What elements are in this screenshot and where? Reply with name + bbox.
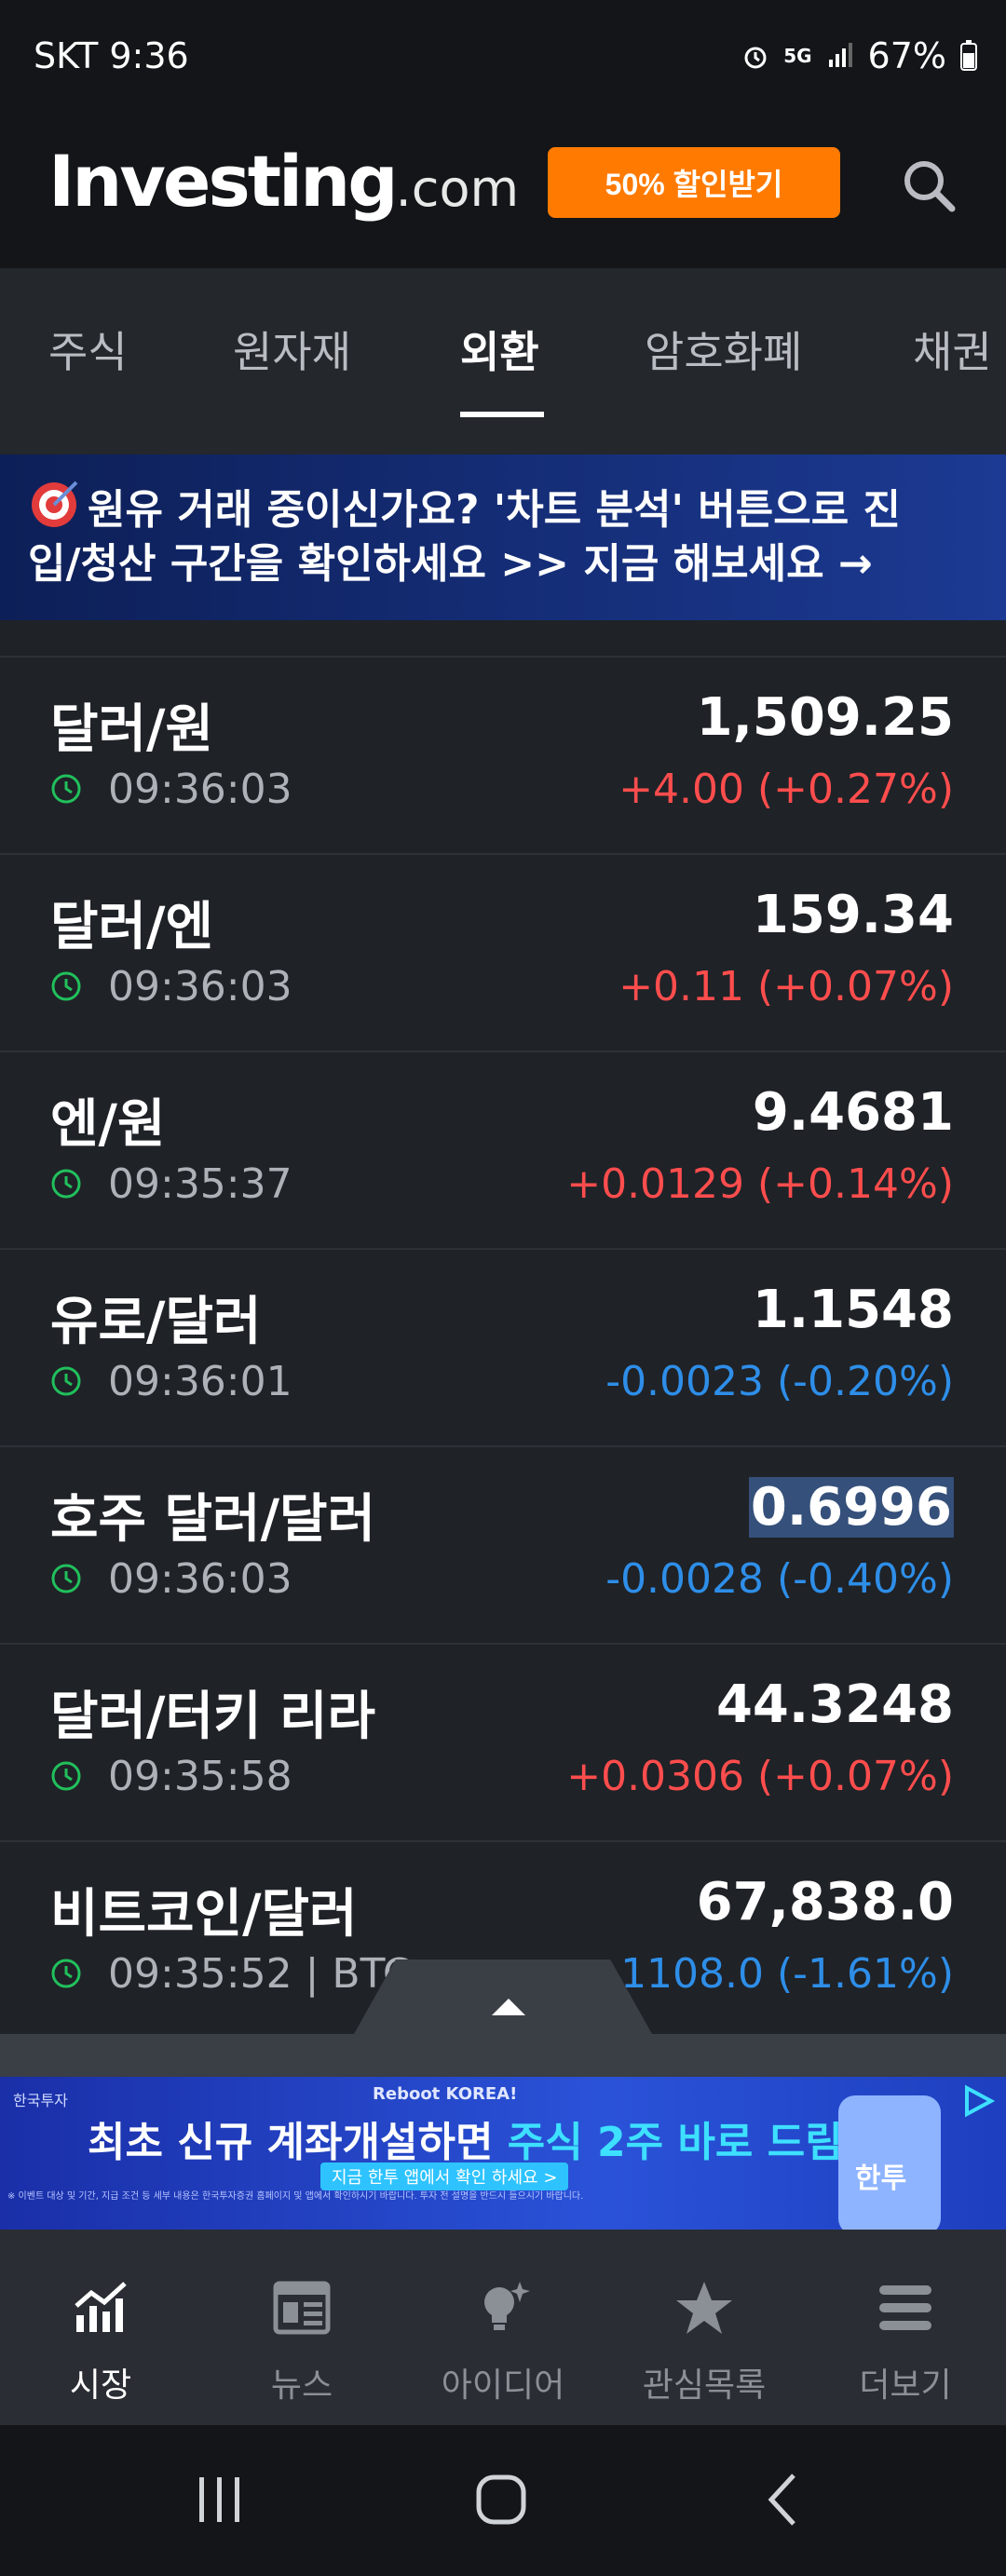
- nav-label: 아이디어: [441, 2366, 565, 2405]
- quote-price: 9.4681: [752, 1082, 954, 1143]
- quote-price: 67,838.0: [696, 1872, 954, 1932]
- quote-time: 09:36:03: [108, 766, 292, 813]
- pair-name: 달러/엔: [50, 897, 214, 957]
- network-badge: 5G: [783, 45, 812, 67]
- nav-watchlist[interactable]: 관심목록: [604, 2230, 805, 2425]
- discount-promo-button[interactable]: 50% 할인받기: [548, 147, 840, 218]
- clock-icon: [51, 1761, 81, 1791]
- search-icon[interactable]: [896, 153, 961, 218]
- quote-time: 09:36:03: [108, 1555, 292, 1603]
- ad-banner[interactable]: 한국투자 Reboot KOREA! 최초 신규 계좌개설하면 주식 2주 바로…: [0, 2077, 1006, 2230]
- clock-icon: [51, 774, 81, 804]
- tab-stocks[interactable]: 주식: [48, 319, 128, 380]
- pair-name: 달러/원: [50, 699, 214, 760]
- expand-handle[interactable]: [354, 1959, 652, 2034]
- tab-commodities[interactable]: 원자재: [233, 319, 351, 380]
- nav-markets[interactable]: 시장: [0, 2230, 201, 2425]
- quote-time: 09:36:01: [108, 1358, 292, 1405]
- ad-brand: 한국투자: [13, 2092, 68, 2109]
- quote-row[interactable]: 엔/원 09:35:37 9.4681 +0.0129 (+0.14%): [0, 1051, 1006, 1248]
- promo-banner[interactable]: 원유 거래 중이신가요? '차트 분석' 버튼으로 진 입/청산 구간을 확인하…: [0, 454, 1006, 620]
- menu-icon: [879, 2285, 931, 2330]
- pair-name: 엔/원: [50, 1094, 166, 1155]
- quote-price: 44.3248: [715, 1674, 954, 1735]
- investing-logo: Investing.com: [48, 140, 520, 223]
- ad-headline: 최초 신규 계좌개설하면 주식 2주 바로 드림!: [88, 2119, 862, 2166]
- quote-row[interactable]: 달러/엔 09:36:03 159.34 +0.11 (+0.07%): [0, 853, 1006, 1051]
- tab-crypto[interactable]: 암호화폐: [645, 319, 802, 380]
- quote-row[interactable]: 호주 달러/달러 09:36:03 0.6996 -0.0028 (-0.40%…: [0, 1445, 1006, 1643]
- quote-change: +0.11 (+0.07%): [619, 963, 954, 1010]
- clock-icon: [51, 1564, 81, 1593]
- chevron-up-icon: [492, 1999, 525, 2015]
- clock-icon: [51, 1959, 81, 1988]
- quote-time: 09:35:58: [108, 1753, 292, 1800]
- bottom-nav: 시장 뉴스 아이디어 관심목록 더보기: [0, 2230, 1006, 2425]
- adchoices-icon[interactable]: [959, 2082, 997, 2120]
- app-header: Investing.com 50% 할인받기: [0, 119, 1006, 268]
- status-bar: SKT 9:36 5G 67%: [0, 0, 1006, 119]
- back-icon[interactable]: [764, 2472, 801, 2528]
- quote-change: +0.0306 (+0.07%): [566, 1753, 954, 1800]
- quote-time: 09:36:03: [108, 963, 292, 1010]
- lightbulb-icon: [484, 2282, 530, 2330]
- chart-icon: [75, 2282, 127, 2332]
- ad-tagline: Reboot KOREA!: [373, 2084, 518, 2104]
- clock-icon: [51, 1366, 81, 1396]
- quote-row[interactable]: 달러/터키 리라 09:35:58 44.3248 +0.0306 (+0.07…: [0, 1643, 1006, 1840]
- quote-price: 1,509.25: [696, 687, 954, 748]
- quote-price: 159.34: [752, 885, 954, 945]
- nav-label: 더보기: [859, 2366, 952, 2405]
- banner-line2: 입/청산 구간을 확인하세요 >> 지금 해보세요 →: [28, 540, 873, 588]
- ad-cta[interactable]: 지금 한투 앱에서 확인 하세요 >: [320, 2162, 569, 2190]
- quote-time: 09:35:52 | BTC: [108, 1950, 412, 1998]
- tab-bonds[interactable]: 채권: [913, 319, 992, 380]
- ad-phone-image: 한투: [838, 2095, 941, 2230]
- alarm-icon: [744, 47, 767, 69]
- battery-icon: [960, 40, 977, 71]
- recent-apps-icon[interactable]: [192, 2474, 248, 2526]
- active-tab-indicator: [460, 412, 544, 417]
- system-nav-bar: [0, 2425, 1006, 2576]
- ad-disclaimer: ※ 이벤트 대상 및 기간, 지급 조건 등 세부 내용은 한국투자증권 홈페이…: [7, 2191, 584, 2202]
- quote-price: 1.1548: [752, 1280, 954, 1340]
- handle-strip: [0, 2034, 1006, 2077]
- signal-icon: [828, 43, 852, 67]
- pair-name: 호주 달러/달러: [50, 1489, 376, 1550]
- quote-change: -0.0023 (-0.20%): [605, 1358, 954, 1405]
- quote-price: 0.6996: [748, 1477, 954, 1538]
- star-icon: [676, 2282, 732, 2334]
- pair-name: 달러/터키 리라: [50, 1687, 376, 1747]
- nav-more[interactable]: 더보기: [805, 2230, 1006, 2425]
- home-icon[interactable]: [473, 2472, 529, 2528]
- quote-row[interactable]: 유로/달러 09:36:01 1.1548 -0.0023 (-0.20%): [0, 1248, 1006, 1445]
- quote-row[interactable]: 달러/원 09:36:03 1,509.25 +4.00 (+0.27%): [0, 656, 1006, 853]
- tab-forex[interactable]: 외환: [460, 319, 539, 380]
- target-icon: [32, 481, 78, 527]
- quote-change: -0.0028 (-0.40%): [605, 1555, 954, 1603]
- carrier-time: SKT 9:36: [34, 35, 189, 76]
- nav-label: 관심목록: [642, 2366, 767, 2405]
- nav-label: 시장: [69, 2366, 132, 2405]
- nav-ideas[interactable]: 아이디어: [402, 2230, 604, 2425]
- nav-news[interactable]: 뉴스: [201, 2230, 402, 2425]
- quote-change: +0.0129 (+0.14%): [566, 1160, 954, 1208]
- pair-name: 비트코인/달러: [50, 1884, 358, 1945]
- quote-time: 09:35:37: [108, 1160, 292, 1208]
- quote-change: +4.00 (+0.27%): [619, 766, 954, 813]
- news-icon: [273, 2281, 331, 2335]
- banner-line1: 원유 거래 중이신가요? '차트 분석' 버튼으로 진: [88, 486, 902, 534]
- status-icons: 5G 67%: [741, 35, 978, 76]
- nav-label: 뉴스: [270, 2366, 333, 2405]
- category-tabs: 주식 원자재 외환 암호화폐 채권: [0, 268, 1006, 454]
- clock-icon: [51, 971, 81, 1001]
- pair-name: 유로/달러: [50, 1292, 262, 1352]
- quote-change: -1108.0 (-1.61%): [605, 1950, 954, 1998]
- clock-icon: [51, 1169, 81, 1199]
- battery-percent: 67%: [867, 35, 946, 76]
